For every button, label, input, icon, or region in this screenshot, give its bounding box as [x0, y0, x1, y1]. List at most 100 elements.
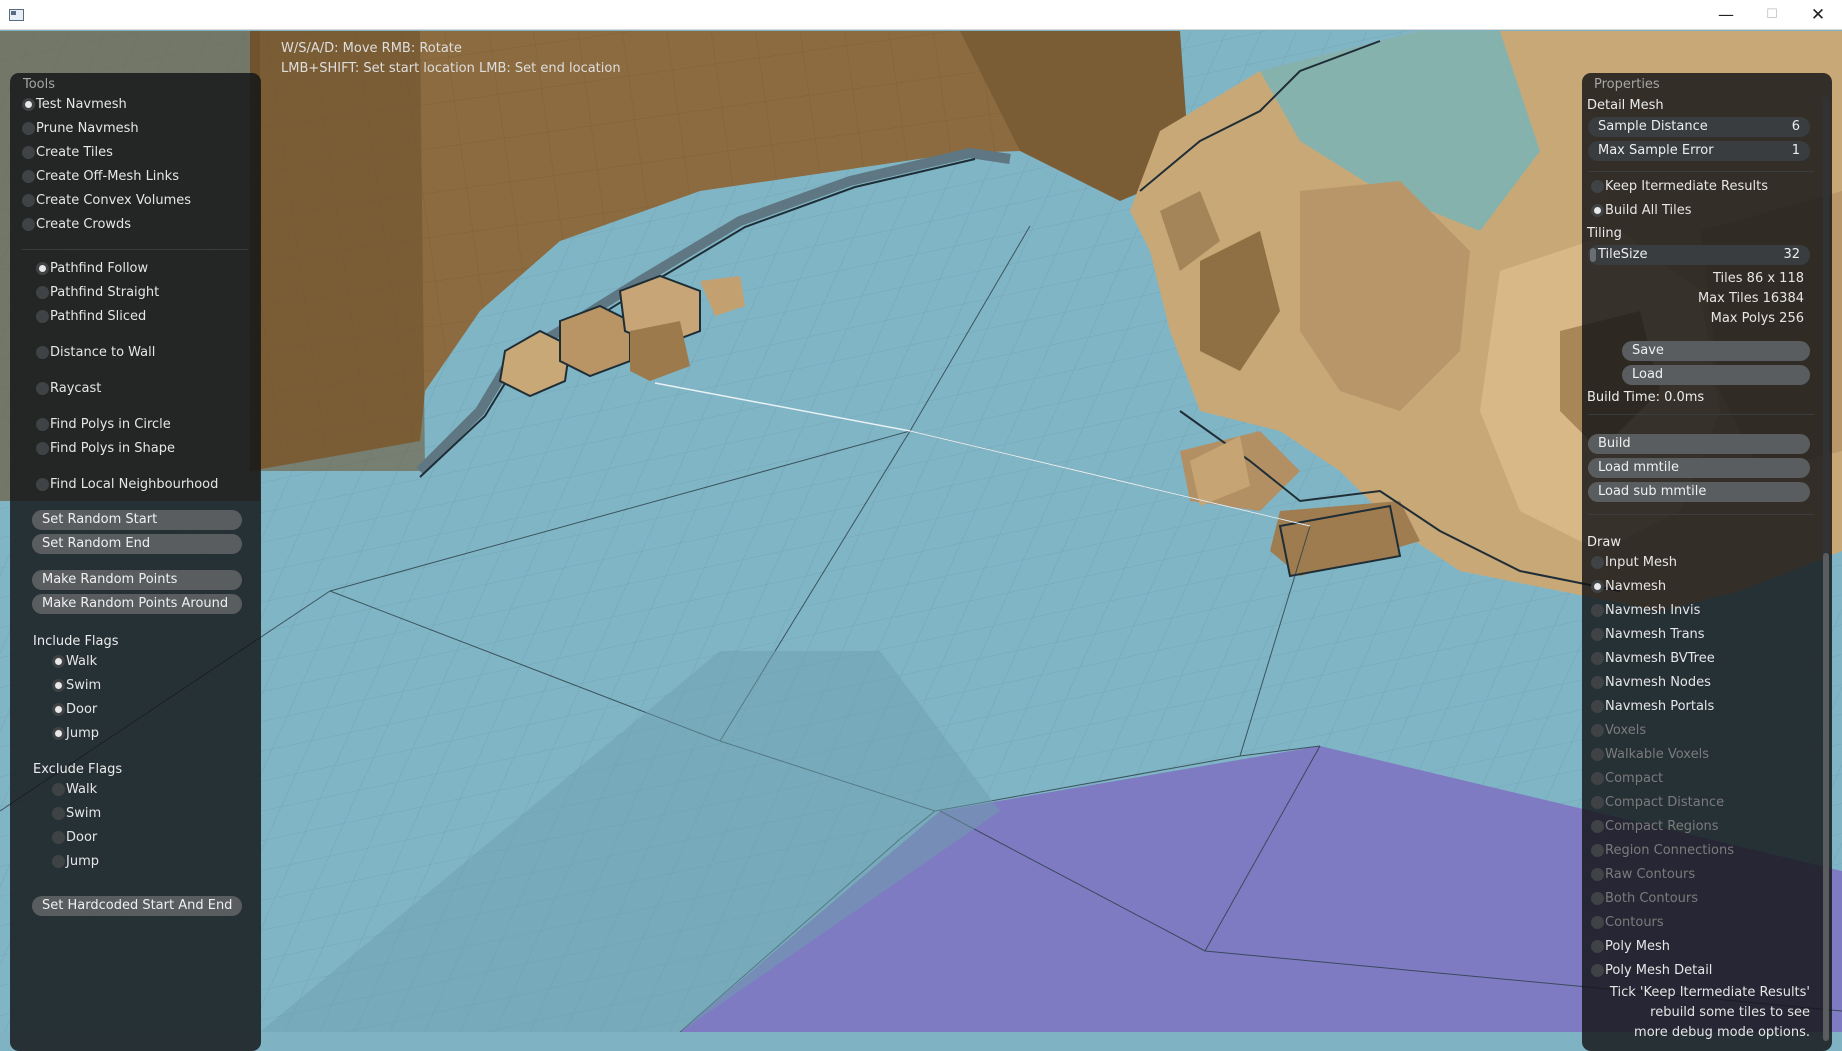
- draw-option-label: Poly Mesh: [1605, 939, 1670, 954]
- help-line-locations: LMB+SHIFT: Set start location LMB: Set e…: [281, 61, 621, 76]
- set-random-end-button[interactable]: Set Random End: [32, 534, 242, 554]
- make-random-points-button[interactable]: Make Random Points: [32, 570, 242, 590]
- maximize-icon[interactable]: ☐: [1749, 0, 1795, 30]
- max-sample-error-value: 1: [1791, 143, 1800, 158]
- properties-separator-1: [1588, 171, 1814, 172]
- load-mmtile-button[interactable]: Load mmtile: [1588, 458, 1810, 478]
- properties-separator-3: [1588, 514, 1814, 515]
- tools-separator: [22, 249, 248, 250]
- max-sample-error-slider[interactable]: Max Sample Error 1: [1588, 141, 1810, 161]
- mode-item-label: Raycast: [50, 381, 102, 396]
- keep-intermediate-label: Keep Itermediate Results: [1605, 179, 1768, 194]
- draw-option-label: Raw Contours: [1605, 867, 1696, 882]
- include-flag-label: Swim: [66, 678, 102, 693]
- tool-item-create-tiles-radio-icon: [22, 146, 35, 159]
- mode-item-label: Pathfind Follow: [50, 261, 149, 276]
- tool-item-prune-navmesh-radio-icon: [22, 122, 35, 135]
- properties-scrollbar-thumb[interactable]: [1823, 553, 1829, 1041]
- draw-option-label: Navmesh BVTree: [1605, 651, 1715, 666]
- tool-item-label: Prune Navmesh: [36, 121, 139, 136]
- draw-option-poly-mesh-radio-icon: [1591, 940, 1604, 953]
- minimize-icon[interactable]: —: [1703, 0, 1749, 30]
- draw-option-contours-radio-icon: [1591, 916, 1604, 929]
- 3d-viewport[interactable]: W/S/A/D: Move RMB: Rotate LMB+SHIFT: Set…: [0, 31, 1842, 1051]
- include-flag-label: Door: [66, 702, 98, 717]
- include-flag-label: Walk: [66, 654, 98, 669]
- draw-option-poly-mesh-detail-radio-icon: [1591, 964, 1604, 977]
- sample-distance-value: 6: [1791, 119, 1800, 134]
- mode-item-find-polys-in-shape-radio-icon: [36, 442, 49, 455]
- draw-option-compact-distance-radio-icon: [1591, 796, 1604, 809]
- properties-panel-title: Properties: [1594, 77, 1660, 92]
- draw-option-label: Navmesh Nodes: [1605, 675, 1711, 690]
- controls-help: W/S/A/D: Move RMB: Rotate LMB+SHIFT: Set…: [281, 39, 621, 79]
- exclude-flag-walk-radio-icon: [52, 783, 65, 796]
- load-sub-mmtile-button[interactable]: Load sub mmtile: [1588, 482, 1810, 502]
- max-tiles: Max Tiles 16384: [1697, 291, 1804, 306]
- draw-option-navmesh-radio-icon: [1591, 580, 1604, 593]
- exclude-flag-swim-radio-icon: [52, 807, 65, 820]
- draw-title: Draw: [1587, 535, 1621, 550]
- draw-option-label: Walkable Voxels: [1605, 747, 1709, 762]
- mode-item-pathfind-straight-radio-icon: [36, 286, 49, 299]
- exclude-flag-label: Walk: [66, 782, 98, 797]
- mode-item-label: Find Local Neighbourhood: [50, 477, 219, 492]
- draw-option-voxels-radio-icon: [1591, 724, 1604, 737]
- include-flag-swim-radio-icon: [52, 679, 65, 692]
- mode-item-pathfind-sliced-radio-icon: [36, 310, 49, 323]
- draw-option-label: Voxels: [1605, 723, 1647, 738]
- draw-option-navmesh-invis-radio-icon: [1591, 604, 1604, 617]
- tiles-count: Tiles 86 x 118: [1713, 271, 1804, 286]
- draw-option-input-mesh-radio-icon: [1591, 556, 1604, 569]
- window-titlebar: — ☐ ✕: [0, 0, 1842, 30]
- sample-distance-slider[interactable]: Sample Distance 6: [1588, 117, 1810, 137]
- draw-option-navmesh-trans-radio-icon: [1591, 628, 1604, 641]
- tool-item-label: Create Crowds: [36, 217, 132, 232]
- keep-intermediate-check-icon: [1591, 180, 1604, 193]
- draw-option-navmesh-bvtree-radio-icon: [1591, 652, 1604, 665]
- exclude-flag-label: Swim: [66, 806, 102, 821]
- build-all-tiles-check-icon: [1591, 204, 1604, 217]
- draw-option-label: Poly Mesh Detail: [1605, 963, 1713, 978]
- make-random-points-around-button[interactable]: Make Random Points Around: [32, 594, 242, 614]
- tool-item-create-crowds-radio-icon: [22, 218, 35, 231]
- close-icon[interactable]: ✕: [1795, 0, 1841, 30]
- include-flag-jump-radio-icon: [52, 727, 65, 740]
- tile-size-knob[interactable]: [1590, 248, 1596, 262]
- sample-distance-label: Sample Distance: [1598, 119, 1708, 134]
- help-line-move: W/S/A/D: Move RMB: Rotate: [281, 41, 462, 56]
- mode-item-label: Find Polys in Circle: [50, 417, 171, 432]
- exclude-flag-door-radio-icon: [52, 831, 65, 844]
- draw-option-navmesh-portals-radio-icon: [1591, 700, 1604, 713]
- mode-item-label: Pathfind Sliced: [50, 309, 147, 324]
- draw-option-navmesh-nodes-radio-icon: [1591, 676, 1604, 689]
- draw-option-region-connections-radio-icon: [1591, 844, 1604, 857]
- draw-option-raw-contours-radio-icon: [1591, 868, 1604, 881]
- draw-option-label: Compact: [1605, 771, 1664, 786]
- set-random-start-button[interactable]: Set Random Start: [32, 510, 242, 530]
- draw-option-label: Navmesh Portals: [1605, 699, 1715, 714]
- exclude-flag-label: Jump: [66, 854, 99, 869]
- draw-option-both-contours-radio-icon: [1591, 892, 1604, 905]
- draw-option-label: Compact Distance: [1605, 795, 1725, 810]
- mode-item-label: Pathfind Straight: [50, 285, 160, 300]
- tool-item-test-navmesh-radio-icon: [22, 98, 35, 111]
- include-flags-title: Include Flags: [33, 634, 119, 649]
- include-flag-door-radio-icon: [52, 703, 65, 716]
- debug-hint-line-3: more debug mode options.: [1634, 1025, 1810, 1040]
- save-button[interactable]: Save: [1622, 341, 1810, 361]
- tool-item-create-off-mesh-links-radio-icon: [22, 170, 35, 183]
- tiling-title: Tiling: [1587, 226, 1622, 241]
- exclude-flags-title: Exclude Flags: [33, 762, 123, 777]
- set-hardcoded-start-end-button[interactable]: Set Hardcoded Start And End: [32, 896, 242, 916]
- build-button[interactable]: Build: [1588, 434, 1810, 454]
- mode-item-label: Distance to Wall: [50, 345, 156, 360]
- load-button[interactable]: Load: [1622, 365, 1810, 385]
- draw-option-label: Both Contours: [1605, 891, 1699, 906]
- properties-separator-2: [1588, 414, 1814, 415]
- draw-option-label: Region Connections: [1605, 843, 1734, 858]
- app-icon: [9, 9, 24, 21]
- build-time: Build Time: 0.0ms: [1587, 390, 1705, 405]
- tile-size-slider[interactable]: TileSize 32: [1588, 245, 1810, 265]
- mode-item-pathfind-follow-radio-icon: [36, 262, 49, 275]
